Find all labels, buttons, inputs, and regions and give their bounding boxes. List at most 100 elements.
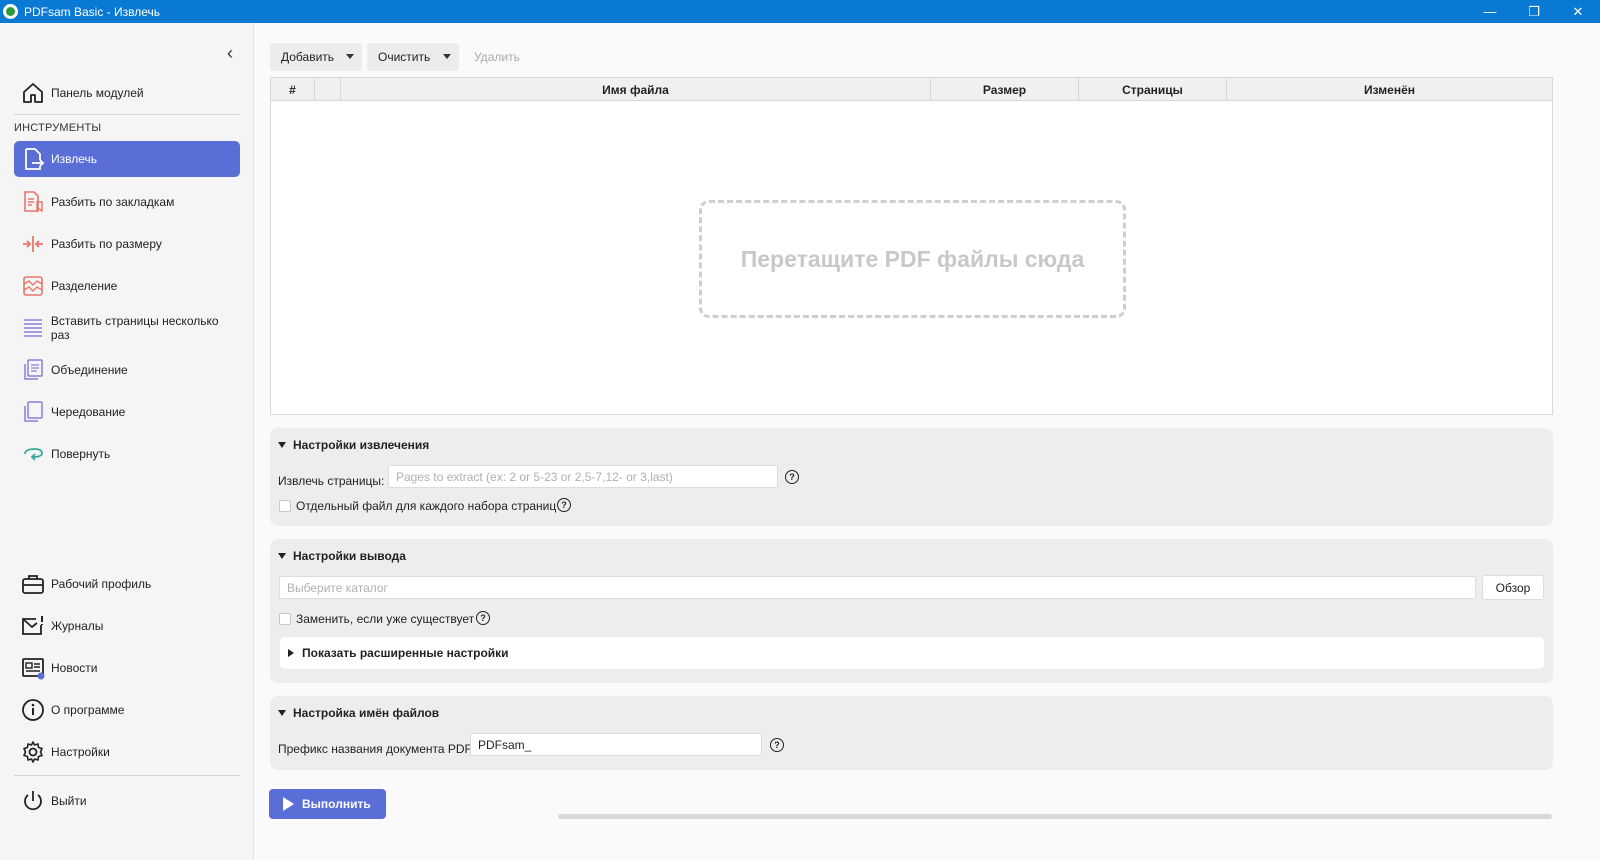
sidebar-item-label: Журналы <box>51 619 104 633</box>
column-header-filename[interactable]: Имя файла <box>341 78 931 101</box>
help-icon[interactable]: ? <box>785 470 799 484</box>
minimize-button[interactable]: — <box>1468 0 1512 23</box>
sidebar-item-label: Извлечь <box>51 152 98 166</box>
sidebar-item-about[interactable]: О программе <box>14 692 240 728</box>
advanced-settings-label: Показать расширенные настройки <box>302 646 509 660</box>
output-settings-panel: Настройки вывода Обзор Заменить, если уж… <box>270 539 1553 683</box>
sidebar: ‹ Панель модулей ИНСТРУМЕНТЫ Извлечь Раз… <box>0 23 254 860</box>
prefix-input[interactable] <box>470 733 762 756</box>
pages-input[interactable] <box>388 465 778 488</box>
sidebar-item-label: Разбить по закладкам <box>51 195 175 209</box>
home-icon <box>20 80 46 106</box>
sidebar-item-alternate-mix[interactable]: Чередование <box>14 394 240 430</box>
sidebar-item-label: Настройки <box>51 745 110 759</box>
drop-zone[interactable]: Перетащите PDF файлы сюда <box>699 200 1126 318</box>
sidebar-item-label: Панель модулей <box>51 86 144 100</box>
gear-icon <box>20 739 46 765</box>
separate-file-label: Отдельный файл для каждого набора страни… <box>296 499 557 513</box>
sidebar-item-label: Повернуть <box>51 447 111 461</box>
column-header-modified[interactable]: Изменён <box>1227 78 1552 101</box>
sidebar-item-exit[interactable]: Выйти <box>14 783 240 819</box>
play-icon <box>283 797 294 811</box>
sidebar-item-news[interactable]: Новости <box>14 650 240 686</box>
sidebar-item-label: Объединение <box>51 363 128 377</box>
help-icon[interactable]: ? <box>557 498 571 512</box>
help-icon[interactable]: ? <box>770 738 784 752</box>
collapse-triangle-icon <box>288 649 294 657</box>
sidebar-item-split-size[interactable]: Разбить по размеру <box>14 226 240 262</box>
sidebar-item-label: Выйти <box>51 794 87 808</box>
dropdown-caret-icon <box>346 54 354 59</box>
sidebar-item-merge[interactable]: Объединение <box>14 352 240 388</box>
rotate-icon <box>20 441 46 467</box>
split-size-icon <box>20 231 46 257</box>
sidebar-item-logs[interactable]: Журналы <box>14 608 240 644</box>
clear-button-label: Очистить <box>378 50 431 64</box>
overwrite-checkbox[interactable] <box>279 613 291 625</box>
window-controls: — ❐ ✕ <box>1468 0 1600 23</box>
main-content: Добавить Очистить Удалить # Имя файла Ра… <box>254 23 1600 860</box>
clear-button[interactable]: Очистить <box>367 43 459 71</box>
dropdown-caret-icon <box>443 54 451 59</box>
briefcase-icon <box>20 571 46 597</box>
sidebar-item-label: Разделение <box>51 279 118 293</box>
split-icon <box>20 273 46 299</box>
title-bar: PDFsam Basic - Извлечь — ❐ ✕ <box>0 0 1600 23</box>
split-bookmarks-icon <box>20 189 46 215</box>
insert-pages-icon <box>20 315 46 341</box>
sidebar-item-label: Рабочий профиль <box>51 577 152 591</box>
panel-title: Настройки вывода <box>293 549 406 563</box>
advanced-settings-toggle[interactable]: Показать расширенные настройки <box>280 637 1544 669</box>
file-table[interactable]: # Имя файла Размер Страницы Изменён Пере… <box>270 77 1553 415</box>
sidebar-item-insert-pages[interactable]: Вставить страницы несколько раз <box>14 310 240 346</box>
pdfsam-logo-icon <box>3 4 18 19</box>
panel-title: Настройка имён файлов <box>293 706 440 720</box>
merge-icon <box>20 357 46 383</box>
output-directory-input[interactable] <box>279 576 1476 599</box>
column-header-size[interactable]: Размер <box>931 78 1079 101</box>
tools-section-label: ИНСТРУМЕНТЫ <box>14 122 102 134</box>
alternate-mix-icon <box>20 399 46 425</box>
sidebar-item-settings[interactable]: Настройки <box>14 734 240 770</box>
sidebar-item-label: Вставить страницы несколько раз <box>50 314 219 342</box>
browse-button[interactable]: Обзор <box>1482 575 1544 600</box>
run-button[interactable]: Выполнить <box>269 789 386 819</box>
extract-settings-header[interactable]: Настройки извлечения <box>278 438 429 452</box>
divider <box>14 114 240 115</box>
remove-button-label: Удалить <box>474 50 520 64</box>
panel-title: Настройки извлечения <box>293 438 430 452</box>
table-header: # Имя файла Размер Страницы Изменён <box>271 78 1552 101</box>
help-icon[interactable]: ? <box>476 611 490 625</box>
window-title: PDFsam Basic - Извлечь <box>24 4 161 19</box>
collapse-sidebar-chevron-icon[interactable]: ‹ <box>220 43 240 63</box>
news-icon <box>20 655 46 681</box>
sidebar-item-dashboard[interactable]: Панель модулей <box>14 75 240 111</box>
column-header-icon[interactable] <box>315 78 341 101</box>
remove-button[interactable]: Удалить <box>463 43 533 71</box>
info-icon <box>20 697 46 723</box>
logs-icon <box>20 613 46 639</box>
restore-button[interactable]: ❐ <box>1512 0 1556 23</box>
sidebar-item-split-bookmarks[interactable]: Разбить по закладкам <box>14 184 240 220</box>
expand-triangle-icon <box>278 553 286 559</box>
close-button[interactable]: ✕ <box>1556 0 1600 23</box>
prefix-label: Префикс названия документа PDF: <box>278 742 476 756</box>
expand-triangle-icon <box>278 442 286 448</box>
divider <box>14 775 240 776</box>
add-button-label: Добавить <box>281 50 335 64</box>
column-header-pages[interactable]: Страницы <box>1079 78 1227 101</box>
sidebar-item-work-profile[interactable]: Рабочий профиль <box>14 566 240 602</box>
expand-triangle-icon <box>278 710 286 716</box>
column-header-index[interactable]: # <box>271 78 315 101</box>
separate-file-checkbox[interactable] <box>279 500 291 512</box>
output-settings-header[interactable]: Настройки вывода <box>278 549 406 563</box>
run-button-label: Выполнить <box>302 797 371 811</box>
naming-settings-header[interactable]: Настройка имён файлов <box>278 706 439 720</box>
sidebar-item-extract[interactable]: Извлечь <box>14 141 240 177</box>
add-button[interactable]: Добавить <box>270 43 362 71</box>
progress-bar <box>558 814 1552 819</box>
extract-icon <box>20 146 46 172</box>
sidebar-item-rotate[interactable]: Повернуть <box>14 436 240 472</box>
sidebar-item-label: Разбить по размеру <box>51 237 162 251</box>
sidebar-item-split[interactable]: Разделение <box>14 268 240 304</box>
